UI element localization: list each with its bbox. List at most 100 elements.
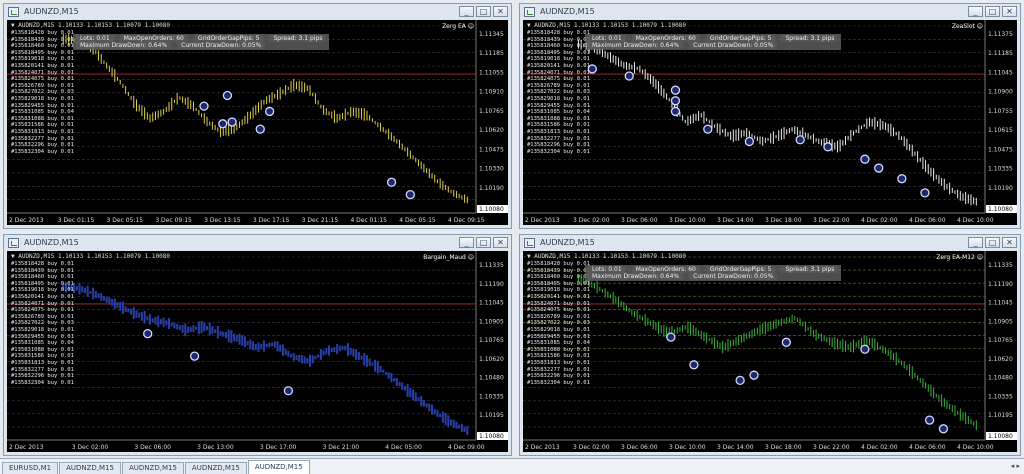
price-chart[interactable]: 1.11335 1.11190 1.11045 1.10905 1.10765 1.106… <box>523 251 1017 452</box>
window-controls: _ □ ✕ <box>968 6 1017 18</box>
ea-info-panel: Lots: 0.01 MaxOpenOrders: 60 GridOrderGapP… <box>585 265 842 281</box>
panel-value: GridOrderGapPips: 5 <box>193 35 264 42</box>
window-titlebar[interactable]: AUDNZD,M15 _ □ ✕ <box>520 4 1020 20</box>
close-button[interactable]: ✕ <box>493 237 508 248</box>
chart-window-bl[interactable]: AUDNZD,M15 _ □ ✕ 1.11335 1.11190 1.11045 1.1090… <box>3 234 512 456</box>
time-tick: 4 Dec 06:00 <box>909 444 946 451</box>
expert-advisor-label[interactable]: Bargain_Maud ☺ <box>423 254 474 261</box>
panel-value: Maximum DrawDown: 0.64% <box>588 273 684 280</box>
price-tick: 1.10755 <box>988 108 1013 115</box>
window-titlebar[interactable]: AUDNZD,M15 _ □ ✕ <box>520 235 1020 251</box>
trade-marker <box>670 96 681 106</box>
chart-tab[interactable]: AUDNZD,M15 <box>59 462 121 474</box>
order-label: #135832296 buy 0.01 <box>527 373 590 380</box>
trade-marker <box>689 360 699 370</box>
trade-marker <box>405 189 415 200</box>
price-tick: 1.10080 <box>479 206 504 213</box>
window-titlebar[interactable]: AUDNZD,M15 _ □ ✕ <box>4 4 511 20</box>
trade-marker <box>924 415 935 425</box>
ohlc-readout: ▼ AUDNZD,M15 1.10133 1.10153 1.10079 1.1… <box>11 253 170 260</box>
maximize-button[interactable]: □ <box>985 237 1000 248</box>
order-label: #135824075 buy 0.01 <box>11 307 74 314</box>
price-chart[interactable]: 1.11345 1.11185 1.11055 1.10910 1.10765 1.106… <box>7 20 508 225</box>
order-label: #135818495 buy 0.01 <box>11 280 74 287</box>
trade-marker <box>283 386 294 396</box>
trade-marker <box>860 344 870 354</box>
price-tick: 1.10765 <box>479 108 504 115</box>
price-tick: 1.10765 <box>988 337 1013 344</box>
panel-row: Lots: 0.01 MaxOpenOrders: 60 GridOrderGapP… <box>76 35 327 42</box>
time-tick: 3 Dec 09:15 <box>155 217 192 224</box>
price-tick: 1.10905 <box>988 318 1013 325</box>
price-tick: 1.11375 <box>988 31 1013 38</box>
minimize-button[interactable]: _ <box>459 6 474 17</box>
minimize-button[interactable]: _ <box>459 237 474 248</box>
minimize-button[interactable]: _ <box>968 6 983 17</box>
trade-marker <box>938 424 949 434</box>
order-label: #135832277 buy 0.01 <box>11 135 74 142</box>
chart-window-tl[interactable]: AUDNZD,M15 _ □ ✕ 1.11345 1.11185 1.11055 1.1091… <box>3 3 512 229</box>
trade-marker <box>795 135 805 145</box>
time-tick: 3 Dec 01:15 <box>58 217 95 224</box>
price-tick: 1.10765 <box>479 337 504 344</box>
maximize-button[interactable]: □ <box>476 237 491 248</box>
price-tick: 1.10080 <box>479 433 504 440</box>
chart-tab[interactable]: AUDNZD,M15 <box>247 460 310 474</box>
mdi-workspace: AUDNZD,M15 _ □ ✕ 1.11345 1.11185 1.11055 1.1091… <box>0 0 1024 458</box>
chart-tab[interactable]: AUDNZD,M15 <box>122 462 184 474</box>
price-tick: 1.10905 <box>479 318 504 325</box>
chart-window-icon <box>8 238 19 248</box>
chart-tab[interactable]: EURUSD,M1 <box>2 462 59 474</box>
price-tick: 1.10190 <box>988 185 1013 192</box>
close-button[interactable]: ✕ <box>1002 6 1017 17</box>
chart-tab[interactable]: AUDNZD,M15 <box>184 462 247 474</box>
order-label: #135824071 buy 0.01 <box>11 300 74 307</box>
order-label: #135824075 buy 0.01 <box>527 76 590 83</box>
chart-window-tr[interactable]: AUDNZD,M15 _ □ ✕ 1.11375 1.11185 1.11045 1.1090… <box>519 3 1021 229</box>
time-tick: 4 Dec 09:00 <box>448 444 485 451</box>
order-label: #135832304 buy 0.01 <box>11 379 74 386</box>
panel-value: Maximum DrawDown: 0.64% <box>588 42 684 49</box>
window-controls: _ □ ✕ <box>459 237 508 249</box>
close-button[interactable]: ✕ <box>493 6 508 17</box>
panel-value: Spread: 3.1 pips <box>781 266 839 273</box>
time-tick: 3 Dec 21:15 <box>302 217 339 224</box>
price-chart[interactable]: 1.11335 1.11190 1.11045 1.10905 1.10765 1.106… <box>7 251 508 452</box>
window-controls: _ □ ✕ <box>968 237 1017 249</box>
order-label: #135832296 buy 0.01 <box>11 373 74 380</box>
expert-advisor-label[interactable]: ZeaSlot ☺ <box>952 23 983 30</box>
trade-marker <box>897 174 907 184</box>
order-label: #135819018 buy 0.01 <box>527 56 590 63</box>
time-tick: 3 Dec 17:00 <box>260 444 297 451</box>
order-label: #135832277 buy 0.01 <box>527 366 590 373</box>
price-chart[interactable]: 1.11375 1.11185 1.11045 1.10900 1.10755 1.106… <box>523 20 1017 225</box>
window-titlebar[interactable]: AUDNZD,M15 _ □ ✕ <box>4 235 511 251</box>
chart-window-icon <box>524 238 535 248</box>
order-label: #135831088 buy 0.01 <box>527 346 590 353</box>
panel-value: Lots: 0.01 <box>588 266 626 273</box>
maximize-button[interactable]: □ <box>985 6 1000 17</box>
panel-value: Spread: 3.1 pips <box>781 35 839 42</box>
trade-marker <box>189 351 200 361</box>
time-tick: 3 Dec 22:00 <box>813 444 850 451</box>
chart-window-br[interactable]: AUDNZD,M15 _ □ ✕ 1.11335 1.11190 1.11045 1.1090… <box>519 234 1021 456</box>
order-label: #135829455 buy 0.01 <box>527 102 590 109</box>
order-label: #135818495 buy 0.01 <box>527 49 590 56</box>
expert-advisor-label[interactable]: Zerg EA ☺ <box>442 23 474 30</box>
close-button[interactable]: ✕ <box>1002 237 1017 248</box>
tab-scroll-arrows[interactable]: ◂ ▸ <box>1011 462 1020 470</box>
order-label: #135826789 buy 0.01 <box>11 313 74 320</box>
ea-info-panel: Lots: 0.01 MaxOpenOrders: 60 GridOrderGapP… <box>73 34 330 50</box>
panel-value: Maximum DrawDown: 0.64% <box>76 42 172 49</box>
time-tick: 3 Dec 02:00 <box>72 444 109 451</box>
time-tick: 4 Dec 09:15 <box>448 217 485 224</box>
maximize-button[interactable]: □ <box>476 6 491 17</box>
expert-advisor-label[interactable]: Zerg EA-M12 ☺ <box>936 254 983 261</box>
panel-value: MaxOpenOrders: 60 <box>631 266 700 273</box>
order-list: #135818428 buy 0.01 #135818439 buy 0.01 #1… <box>527 261 590 386</box>
panel-value: GridOrderGapPips: 5 <box>705 35 776 42</box>
ohlc-readout: ▼ AUDNZD,M15 1.10133 1.10153 1.10079 1.1… <box>11 22 170 29</box>
minimize-button[interactable]: _ <box>968 237 983 248</box>
order-label: #135818428 buy 0.01 <box>527 30 590 36</box>
ohlc-readout: ▼ AUDNZD,M15 1.10133 1.10153 1.10079 1.1… <box>527 253 686 260</box>
